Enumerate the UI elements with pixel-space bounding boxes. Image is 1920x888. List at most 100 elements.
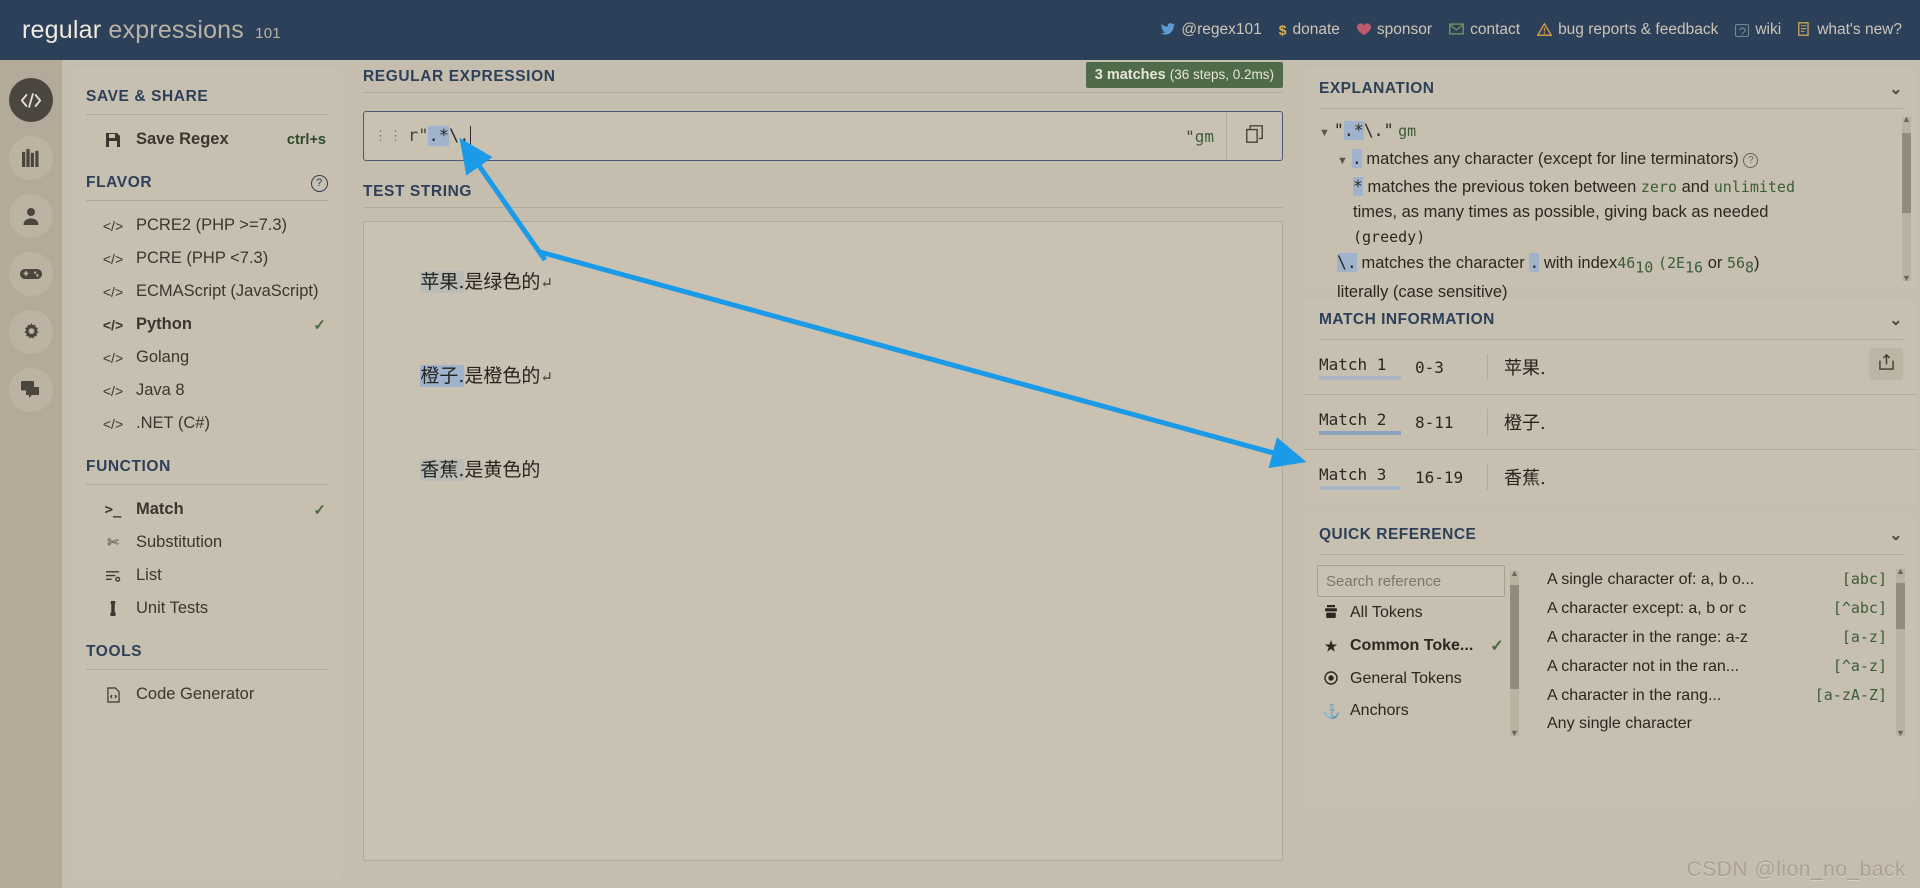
target-icon	[1323, 670, 1339, 688]
explanation-and: and	[1681, 178, 1710, 196]
account-icon	[22, 207, 40, 225]
news-icon	[1798, 22, 1811, 38]
explanation-dot-text: matches any character (except for line t…	[1366, 150, 1739, 168]
sidebar-item-flavor-java8[interactable]: </> Java 8	[82, 374, 332, 407]
nav-label-sponsor: sponsor	[1376, 21, 1433, 38]
nav-link-whats-new[interactable]: what's new?	[1798, 21, 1902, 39]
collapse-triangle-icon[interactable]: ▼	[1319, 127, 1330, 139]
match-row[interactable]: Match 1 0-3 苹果.	[1305, 340, 1917, 394]
site-logo[interactable]: regular expressions 101	[22, 16, 281, 45]
qr-row[interactable]: A character in the rang... [a-zA-Z]	[1547, 681, 1887, 710]
qr-row-code: [^abc]	[1832, 599, 1887, 617]
nav-link-sponsor[interactable]: sponsor	[1356, 21, 1433, 39]
sidebar-item-code-generator[interactable]: Code Generator	[82, 678, 332, 711]
sidebar-item-flavor-pcre[interactable]: </> PCRE (PHP <7.3)	[82, 242, 332, 275]
scroll-up-icon[interactable]: ▲	[1510, 569, 1519, 578]
divider	[86, 200, 328, 201]
qr-category-general-tokens[interactable]: General Tokens	[1317, 663, 1537, 695]
quote-open: "	[1333, 121, 1344, 140]
scrollbar-thumb[interactable]	[1896, 583, 1905, 629]
qr-row[interactable]: A single character of: a, b o... [abc]	[1547, 565, 1887, 594]
rail-button-account[interactable]	[9, 194, 53, 238]
rail-button-settings[interactable]	[9, 310, 53, 354]
divider	[86, 484, 328, 485]
rail-button-library[interactable]	[9, 136, 53, 180]
regex-input[interactable]: ⋮⋮ r" .* \. "gm	[363, 111, 1283, 161]
nav-link-donate[interactable]: $ donate	[1279, 21, 1340, 39]
explanation-header[interactable]: EXPLANATION ⌄	[1305, 68, 1917, 108]
help-icon[interactable]: ?	[1743, 153, 1759, 168]
scroll-down-icon[interactable]: ▼	[1902, 274, 1911, 283]
scroll-down-icon[interactable]: ▼	[1510, 729, 1519, 738]
match-highlight[interactable]: 橙子.	[420, 365, 465, 387]
test-string-line: 苹果.是绿色的↵	[372, 236, 1282, 330]
test-string-editor[interactable]: 苹果.是绿色的↵ 橙子.是橙色的↵ 香蕉.是黄色的	[363, 221, 1283, 861]
regex-token-tail: \.	[448, 126, 470, 146]
sidebar-item-function-substitution[interactable]: ✄ Substitution	[82, 526, 332, 559]
qr-row[interactable]: A character in the range: a-z [a-z]	[1547, 623, 1887, 652]
qr-category-common-tokens[interactable]: ★ Common Toke... ✓	[1317, 629, 1537, 663]
explanation-token-a: .*	[1343, 121, 1364, 140]
qr-row[interactable]: A character not in the ran... [^a-z]	[1547, 652, 1887, 681]
list-icon	[104, 570, 122, 582]
quick-reference-categories: All Tokens ★ Common Toke... ✓ General To…	[1317, 565, 1537, 738]
nav-link-twitter[interactable]: @regex101	[1160, 21, 1262, 39]
match-highlight[interactable]: 香蕉.	[420, 459, 465, 481]
scroll-up-icon[interactable]: ▲	[1902, 115, 1911, 124]
qr-category-anchors[interactable]: ⚓ Anchors	[1317, 695, 1537, 727]
regex-flags[interactable]: "gm	[1185, 127, 1226, 146]
explanation-dot-line: ▼. matches any character (except for lin…	[1319, 146, 1891, 174]
save-regex-shortcut: ctrl+s	[286, 131, 326, 148]
check-icon: ✓	[313, 501, 326, 519]
flavor-label: Golang	[136, 348, 190, 366]
match-row[interactable]: Match 3 16-19 香蕉.	[1305, 449, 1917, 504]
settings-icon	[22, 322, 41, 342]
qr-row-desc: Any single character	[1547, 715, 1692, 732]
copy-regex-button[interactable]	[1226, 112, 1282, 160]
section-title-flavor: FLAVOR ?	[82, 170, 332, 200]
flavor-label: .NET (C#)	[136, 414, 210, 432]
sidebar-item-flavor-ecmascript[interactable]: </> ECMAScript (JavaScript)	[82, 275, 332, 308]
help-icon[interactable]: ?	[311, 174, 328, 192]
scroll-down-icon[interactable]: ▼	[1896, 729, 1905, 738]
rail-button-chat[interactable]	[9, 368, 53, 412]
sidebar-item-flavor-golang[interactable]: </> Golang	[82, 341, 332, 374]
nav-link-contact[interactable]: contact	[1449, 21, 1520, 39]
explanation-body: ▼ ".*\." gm ▼. matches any character (exc…	[1305, 109, 1917, 301]
qr-rows-scrollbar[interactable]: ▲ ▼	[1896, 567, 1905, 738]
section-title-function: FUNCTION	[86, 458, 171, 475]
match-row[interactable]: Match 2 8-11 橙子.	[1305, 394, 1917, 449]
sidebar-item-flavor-pcre2[interactable]: </> PCRE2 (PHP >=7.3)	[82, 209, 332, 242]
match-highlight[interactable]: 苹果.	[420, 271, 465, 293]
explanation-scrollbar[interactable]: ▲ ▼	[1902, 115, 1911, 283]
nav-link-bug-reports[interactable]: bug reports & feedback	[1536, 21, 1718, 39]
collapse-triangle-icon[interactable]: ▼	[1337, 155, 1348, 167]
sidebar-item-function-unit-tests[interactable]: Unit Tests	[82, 592, 332, 625]
scrollbar-thumb[interactable]	[1902, 133, 1911, 213]
chevron-down-icon[interactable]: ⌄	[1889, 525, 1903, 545]
sidebar-item-flavor-python[interactable]: </> Python ✓	[82, 308, 332, 341]
qr-row[interactable]: Any single character	[1547, 710, 1887, 738]
code-icon: </>	[102, 349, 124, 366]
scrollbar-thumb[interactable]	[1510, 585, 1519, 689]
sidebar-item-function-match[interactable]: >_ Match ✓	[82, 493, 332, 526]
nav-link-wiki[interactable]: ? wiki	[1735, 21, 1781, 39]
sidebar-item-flavor-dotnet[interactable]: </> .NET (C#)	[82, 407, 332, 440]
search-reference-input[interactable]	[1317, 565, 1505, 597]
explanation-escape-text-1: matches the character	[1361, 254, 1525, 272]
export-matches-button[interactable]	[1869, 348, 1903, 380]
drag-handle-icon[interactable]: ⋮⋮	[374, 130, 404, 143]
quick-reference-header[interactable]: QUICK REFERENCE ⌄	[1305, 514, 1917, 554]
divider	[86, 114, 328, 115]
explanation-greedy: (greedy)	[1353, 228, 1426, 246]
chevron-down-icon[interactable]: ⌄	[1889, 79, 1903, 99]
scroll-up-icon[interactable]: ▲	[1896, 567, 1905, 576]
qr-category-all-tokens[interactable]: All Tokens	[1317, 597, 1537, 629]
rail-button-gamepad[interactable]	[9, 252, 53, 296]
rail-button-code[interactable]	[9, 78, 53, 122]
chevron-down-icon[interactable]: ⌄	[1889, 310, 1903, 330]
sidebar-item-function-list[interactable]: List	[82, 559, 332, 592]
sidebar-item-save-regex[interactable]: Save Regex ctrl+s	[82, 123, 332, 156]
qr-categories-scrollbar[interactable]: ▲ ▼	[1510, 569, 1519, 738]
qr-row[interactable]: A character except: a, b or c [^abc]	[1547, 594, 1887, 623]
